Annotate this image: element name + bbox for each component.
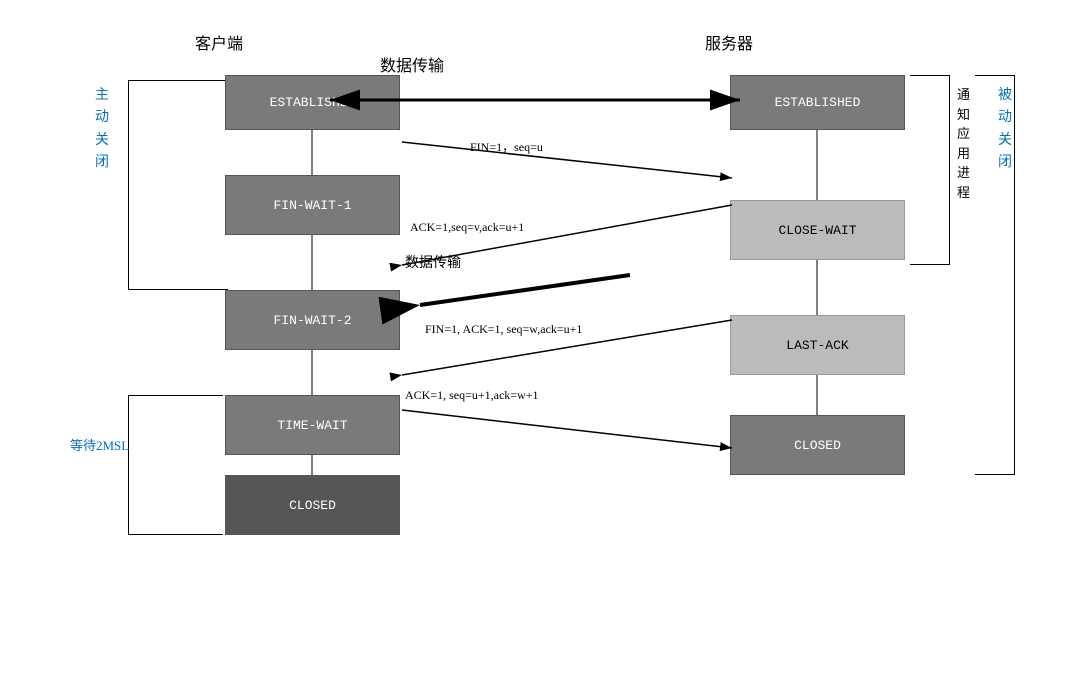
client-finwait2-box: FIN-WAIT-2: [225, 290, 400, 350]
active-close-label: 主 动 关 闭: [95, 85, 109, 175]
data-transfer-mid-label: 数据传输: [405, 252, 461, 272]
active-close-bracket: [128, 80, 228, 290]
wait-2msl-bracket: [128, 395, 223, 535]
server-header: 服务器: [705, 30, 753, 54]
client-closed-box: CLOSED: [225, 475, 400, 535]
client-header: 客户端: [195, 30, 243, 54]
server-closed-box: CLOSED: [730, 415, 905, 475]
ack2-label: ACK=1, seq=u+1,ack=w+1: [405, 388, 539, 403]
data-transfer-top-label: 数据传输: [380, 52, 444, 76]
passive-close-label: 被 动 关 闭: [998, 85, 1012, 175]
notify-app-bracket: [910, 75, 950, 265]
wait-2msl-label: 等待2MSL: [70, 435, 129, 454]
client-finwait1-box: FIN-WAIT-1: [225, 175, 400, 235]
ack1-label: ACK=1,seq=v,ack=u+1: [410, 220, 524, 235]
client-timewait-box: TIME-WAIT: [225, 395, 400, 455]
fin1-label: FIN=1，seq=u: [470, 138, 543, 155]
fin2-label: FIN=1, ACK=1, seq=w,ack=u+1: [425, 322, 582, 337]
client-established-box: ESTABLISHED: [225, 75, 400, 130]
server-closewait-box: CLOSE-WAIT: [730, 200, 905, 260]
notify-app-label: 通 知 应 用 进 程: [957, 85, 970, 202]
server-established-box: ESTABLISHED: [730, 75, 905, 130]
server-lastack-box: LAST-ACK: [730, 315, 905, 375]
